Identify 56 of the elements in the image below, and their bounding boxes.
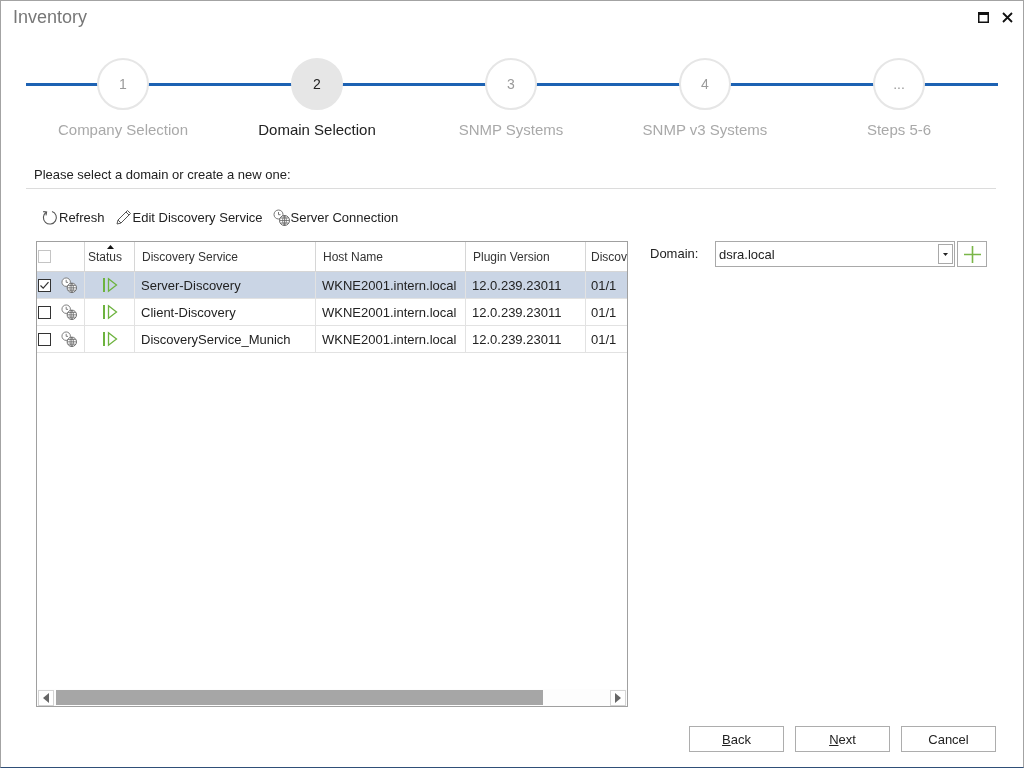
toolbar-button[interactable]: Server Connection	[272, 208, 399, 226]
step-label: SNMP Systems	[458, 120, 564, 140]
domain-dropdown[interactable]: dsra.local	[715, 241, 955, 267]
step-indicator: 4	[679, 58, 731, 110]
step-indicator: ...	[873, 58, 925, 110]
step-indicator: 3	[485, 58, 537, 110]
dialog-button[interactable]: Next	[795, 726, 890, 752]
instruction-text: Please select a domain or create a new one:	[34, 166, 291, 184]
maximize-icon[interactable]	[978, 12, 989, 23]
plus-icon	[963, 245, 981, 263]
table-cell: 01/1	[586, 326, 627, 353]
dropdown-button[interactable]	[938, 244, 953, 264]
table-cell: WKNE2001.intern.local	[316, 272, 466, 299]
step-label: Steps 5-6	[866, 120, 932, 140]
clock-globe-icon	[272, 208, 290, 226]
table-cell: DiscoveryService_Munich	[135, 326, 316, 353]
domain-value: dsra.local	[719, 246, 776, 262]
clock-globe-icon	[61, 277, 77, 293]
horizontal-scrollbar[interactable]	[37, 689, 627, 706]
checkbox[interactable]	[38, 332, 51, 346]
right-arrow-icon	[615, 692, 621, 703]
pencil-icon	[114, 208, 132, 226]
step-label: Domain Selection	[258, 120, 376, 140]
table-cell: WKNE2001.intern.local	[316, 326, 466, 353]
scroll-right-button[interactable]	[610, 689, 626, 706]
table-cell: 12.0.239.23011	[466, 272, 586, 299]
table-row[interactable]: Client-Discovery WKNE2001.intern.local 12.0.239.23011 01/1	[37, 299, 627, 326]
dialog-button[interactable]: Cancel	[901, 726, 996, 752]
toolbar-button[interactable]: Refresh	[41, 208, 105, 226]
step-indicator: 2	[291, 58, 343, 110]
step-label: SNMP v3 Systems	[642, 120, 768, 140]
caret-down-icon	[943, 252, 948, 256]
close-icon[interactable]	[1002, 12, 1013, 23]
dialog-button[interactable]: Back	[689, 726, 784, 752]
table-cell: 12.0.239.23011	[466, 299, 586, 326]
table-cell: WKNE2001.intern.local	[316, 299, 466, 326]
refresh-icon	[41, 208, 58, 226]
table-cell: 01/1	[586, 299, 627, 326]
table-cell: 01/1	[586, 272, 627, 299]
toolbar-button[interactable]: Edit Discovery Service	[114, 208, 263, 226]
clock-globe-icon	[61, 331, 77, 347]
table-row[interactable]: Server-Discovery WKNE2001.intern.local 12.0.239.23011 01/1	[37, 272, 627, 299]
step-label: Company Selection	[57, 120, 189, 140]
domain-label: Domain:	[650, 245, 700, 263]
clock-globe-icon	[61, 304, 77, 320]
scroll-left-button[interactable]	[38, 689, 54, 706]
scrollbar-thumb[interactable]	[56, 690, 543, 705]
table-cell: Server-Discovery	[135, 272, 316, 299]
table-row[interactable]: DiscoveryService_Munich WKNE2001.intern.local 12.0.239.23011 01/1	[37, 326, 627, 353]
left-arrow-icon	[43, 692, 49, 703]
checkbox[interactable]	[38, 305, 51, 319]
step-indicator: 1	[97, 58, 149, 110]
checkbox[interactable]	[38, 278, 51, 292]
table-cell: Client-Discovery	[135, 299, 316, 326]
window-title: Inventory	[13, 7, 89, 28]
table-cell: 12.0.239.23011	[466, 326, 586, 353]
